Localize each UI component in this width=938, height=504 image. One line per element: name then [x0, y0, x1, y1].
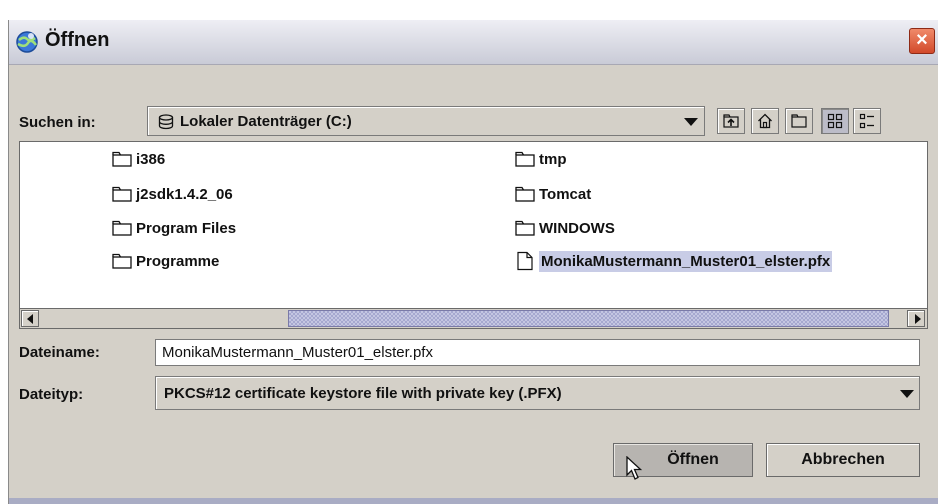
app-globe-icon: [16, 31, 38, 53]
list-item-folder[interactable]: Tomcat: [515, 182, 591, 206]
folder-icon: [112, 151, 132, 167]
up-folder-icon: [723, 114, 739, 128]
close-button[interactable]: ×: [909, 28, 935, 54]
look-in-label: Suchen in:: [19, 114, 96, 131]
list-item-file-selected[interactable]: MonikaMustermann_Muster01_elster.pfx: [515, 249, 833, 273]
filetype-combo[interactable]: PKCS#12 certificate keystore file with p…: [155, 376, 920, 410]
list-item-folder[interactable]: Programme: [112, 249, 219, 273]
scroll-right-button[interactable]: [907, 310, 925, 327]
open-button[interactable]: Öffnen: [613, 443, 753, 480]
home-icon: [758, 113, 772, 129]
scroll-left-button[interactable]: [21, 310, 39, 327]
file-name: MonikaMustermann_Muster01_elster.pfx: [539, 250, 833, 272]
file-name: Programme: [136, 252, 220, 270]
new-folder-button[interactable]: [785, 108, 813, 134]
list-item-folder[interactable]: tmp: [515, 147, 567, 171]
file-name: WINDOWS: [539, 219, 615, 237]
file-icon: [517, 251, 533, 271]
arrow-right-icon: [915, 314, 921, 324]
file-name: tmp: [539, 150, 567, 168]
file-list[interactable]: i386 j2sdk1.4.2_06 Program Files Program…: [19, 141, 928, 329]
folder-icon: [112, 220, 132, 236]
up-one-level-button[interactable]: [717, 108, 745, 134]
file-name: i386: [136, 150, 166, 168]
list-item-folder[interactable]: WINDOWS: [515, 216, 615, 240]
filename-label: Dateiname:: [19, 344, 100, 361]
folder-icon: [515, 220, 535, 236]
drive-icon: [158, 114, 174, 130]
open-dialog: Öffnen × Suchen in: Lokaler Datenträger …: [8, 20, 938, 504]
filename-input[interactable]: MonikaMustermann_Muster01_elster.pfx: [155, 339, 920, 366]
list-item-folder[interactable]: j2sdk1.4.2_06: [112, 182, 233, 206]
open-button-label: Öffnen: [667, 451, 719, 468]
list-view-icon: [827, 113, 843, 129]
folder-icon: [515, 186, 535, 202]
chevron-down-icon: [684, 118, 698, 126]
list-item-folder[interactable]: i386: [112, 147, 165, 171]
title-bar[interactable]: Öffnen ×: [9, 20, 938, 65]
list-view-button[interactable]: [821, 108, 849, 134]
look-in-value: Lokaler Datenträger (C:): [180, 113, 352, 130]
details-view-icon: [859, 113, 874, 129]
screen: Öffnen × Suchen in: Lokaler Datenträger …: [0, 0, 938, 504]
window-title: Öffnen: [45, 29, 110, 51]
home-button[interactable]: [751, 108, 779, 134]
scroll-thumb[interactable]: [288, 310, 889, 327]
window-bottom-edge: [9, 498, 938, 504]
details-view-button[interactable]: [853, 108, 881, 134]
filetype-value: PKCS#12 certificate keystore file with p…: [164, 385, 562, 402]
new-folder-icon: [791, 114, 807, 128]
chevron-down-icon: [900, 390, 914, 398]
file-name: Tomcat: [539, 185, 592, 203]
mouse-cursor-icon: [626, 456, 643, 480]
arrow-left-icon: [27, 314, 33, 324]
horizontal-scrollbar[interactable]: [20, 308, 927, 328]
folder-icon: [112, 186, 132, 202]
look-in-combo[interactable]: Lokaler Datenträger (C:): [147, 106, 705, 136]
cancel-button[interactable]: Abbrechen: [766, 443, 920, 477]
file-name: j2sdk1.4.2_06: [136, 185, 233, 203]
folder-icon: [112, 253, 132, 269]
file-name: Program Files: [136, 219, 237, 237]
list-item-folder[interactable]: Program Files: [112, 216, 236, 240]
folder-icon: [515, 151, 535, 167]
filetype-label: Dateityp:: [19, 386, 84, 403]
